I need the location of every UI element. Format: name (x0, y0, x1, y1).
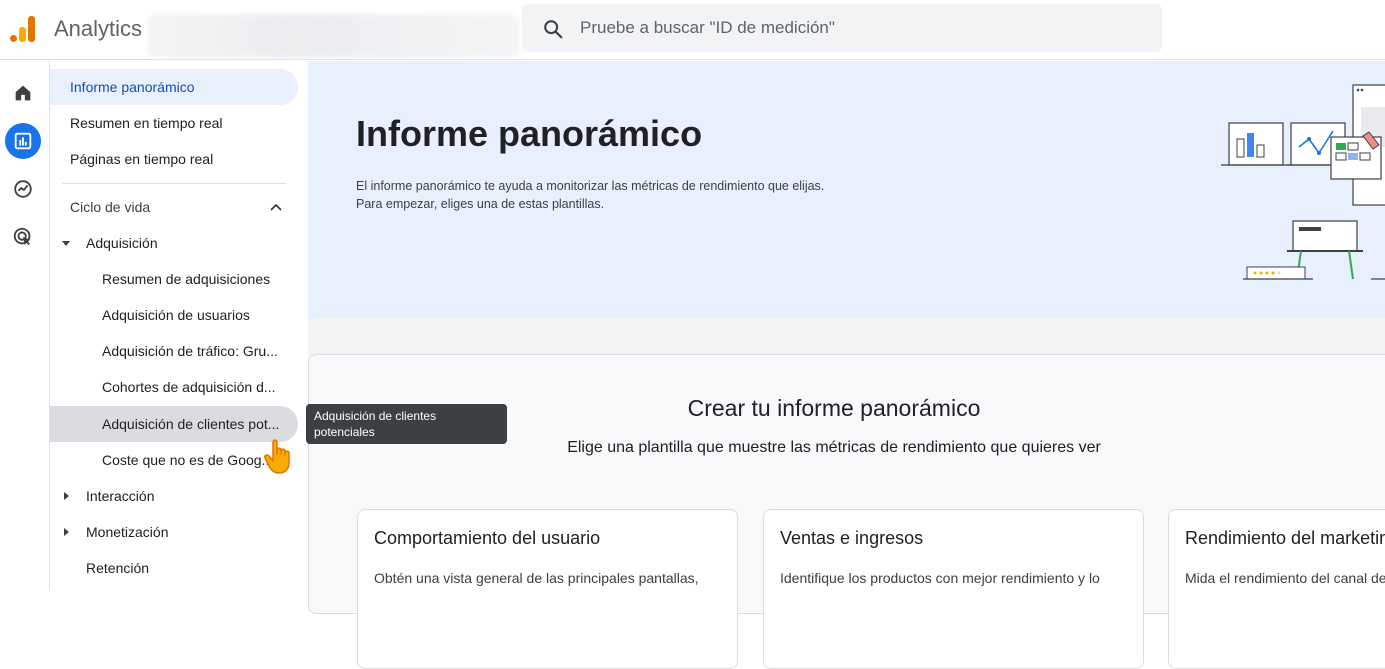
caret-right-icon (64, 492, 69, 500)
left-rail (0, 61, 50, 591)
template-description: Obtén una vista general de las principal… (374, 570, 699, 586)
analytics-logo-icon[interactable] (8, 14, 38, 44)
template-title: Rendimiento del marketing (1185, 528, 1385, 548)
nav-item-label: Monetización (86, 524, 169, 540)
caret-right-icon (64, 528, 69, 536)
rail-advertising-button[interactable] (5, 219, 41, 255)
hand-cursor-icon (264, 439, 290, 474)
side-nav: Informe panorámico Resumen en tiempo rea… (50, 61, 308, 591)
rail-home-button[interactable] (5, 75, 41, 111)
home-icon (15, 85, 31, 101)
nav-item-adquisicion[interactable]: Adquisición (50, 225, 298, 261)
caret-down-icon (62, 241, 70, 246)
template-card-rendimiento-marketing[interactable]: Rendimiento del marketing Mida el rendim… (1168, 509, 1385, 669)
nav-item-resumen-adquisiciones[interactable]: Resumen de adquisiciones (50, 261, 298, 297)
advertising-icon (13, 227, 31, 246)
nav-item-cohortes-adquisicion[interactable]: Cohortes de adquisición d... (50, 369, 298, 405)
rail-reports-button[interactable] (5, 123, 41, 159)
app-title: Analytics (54, 16, 143, 41)
nav-tooltip: Adquisición de clientes potenciales (306, 404, 507, 444)
chevron-up-icon (270, 203, 282, 211)
account-selector[interactable] (148, 14, 520, 58)
reports-icon (14, 132, 32, 150)
section-label: Ciclo de vida (70, 199, 151, 215)
dashboard-illustration-icon (1221, 84, 1385, 280)
template-card-ventas-ingresos[interactable]: Ventas e ingresos Identifique los produc… (763, 509, 1144, 669)
nav-item-adquisicion-usuarios[interactable]: Adquisición de usuarios (50, 297, 298, 333)
nav-item-paginas-tiempo-real[interactable]: Páginas en tiempo real (50, 141, 298, 177)
nav-divider (62, 183, 286, 184)
nav-item-adquisicion-trafico[interactable]: Adquisición de tráfico: Gru... (50, 333, 298, 369)
nav-section-ciclo-de-vida[interactable]: Ciclo de vida (50, 189, 298, 225)
search-icon (544, 20, 563, 39)
nav-item-informe-panoramico[interactable]: Informe panorámico (50, 69, 298, 105)
page-title: Informe panorámico (356, 113, 703, 154)
hero-banner: Informe panorámico El informe panorámico… (308, 61, 1385, 318)
template-title: Ventas e ingresos (780, 528, 924, 548)
explore-icon (14, 180, 32, 198)
search-bar[interactable] (522, 4, 1162, 52)
template-description: Mida el rendimiento del canal de (1185, 570, 1385, 586)
template-title: Comportamiento del usuario (374, 528, 601, 548)
nav-item-label: Adquisición (86, 235, 158, 251)
nav-item-monetizacion[interactable]: Monetización (50, 514, 298, 550)
rail-explore-button[interactable] (5, 171, 41, 207)
nav-item-resumen-tiempo-real[interactable]: Resumen en tiempo real (50, 105, 298, 141)
nav-item-label: Interacción (86, 488, 155, 504)
nav-item-retencion[interactable]: Retención (50, 550, 298, 586)
search-input[interactable] (580, 14, 1140, 42)
hero-description: El informe panorámico te ayuda a monitor… (356, 179, 825, 211)
nav-item-interaccion[interactable]: Interacción (50, 478, 298, 514)
template-description: Identifique los productos con mejor rend… (780, 570, 1100, 586)
top-bar: Analytics (0, 0, 1385, 60)
template-card-comportamiento-usuario[interactable]: Comportamiento del usuario Obtén una vis… (357, 509, 738, 669)
